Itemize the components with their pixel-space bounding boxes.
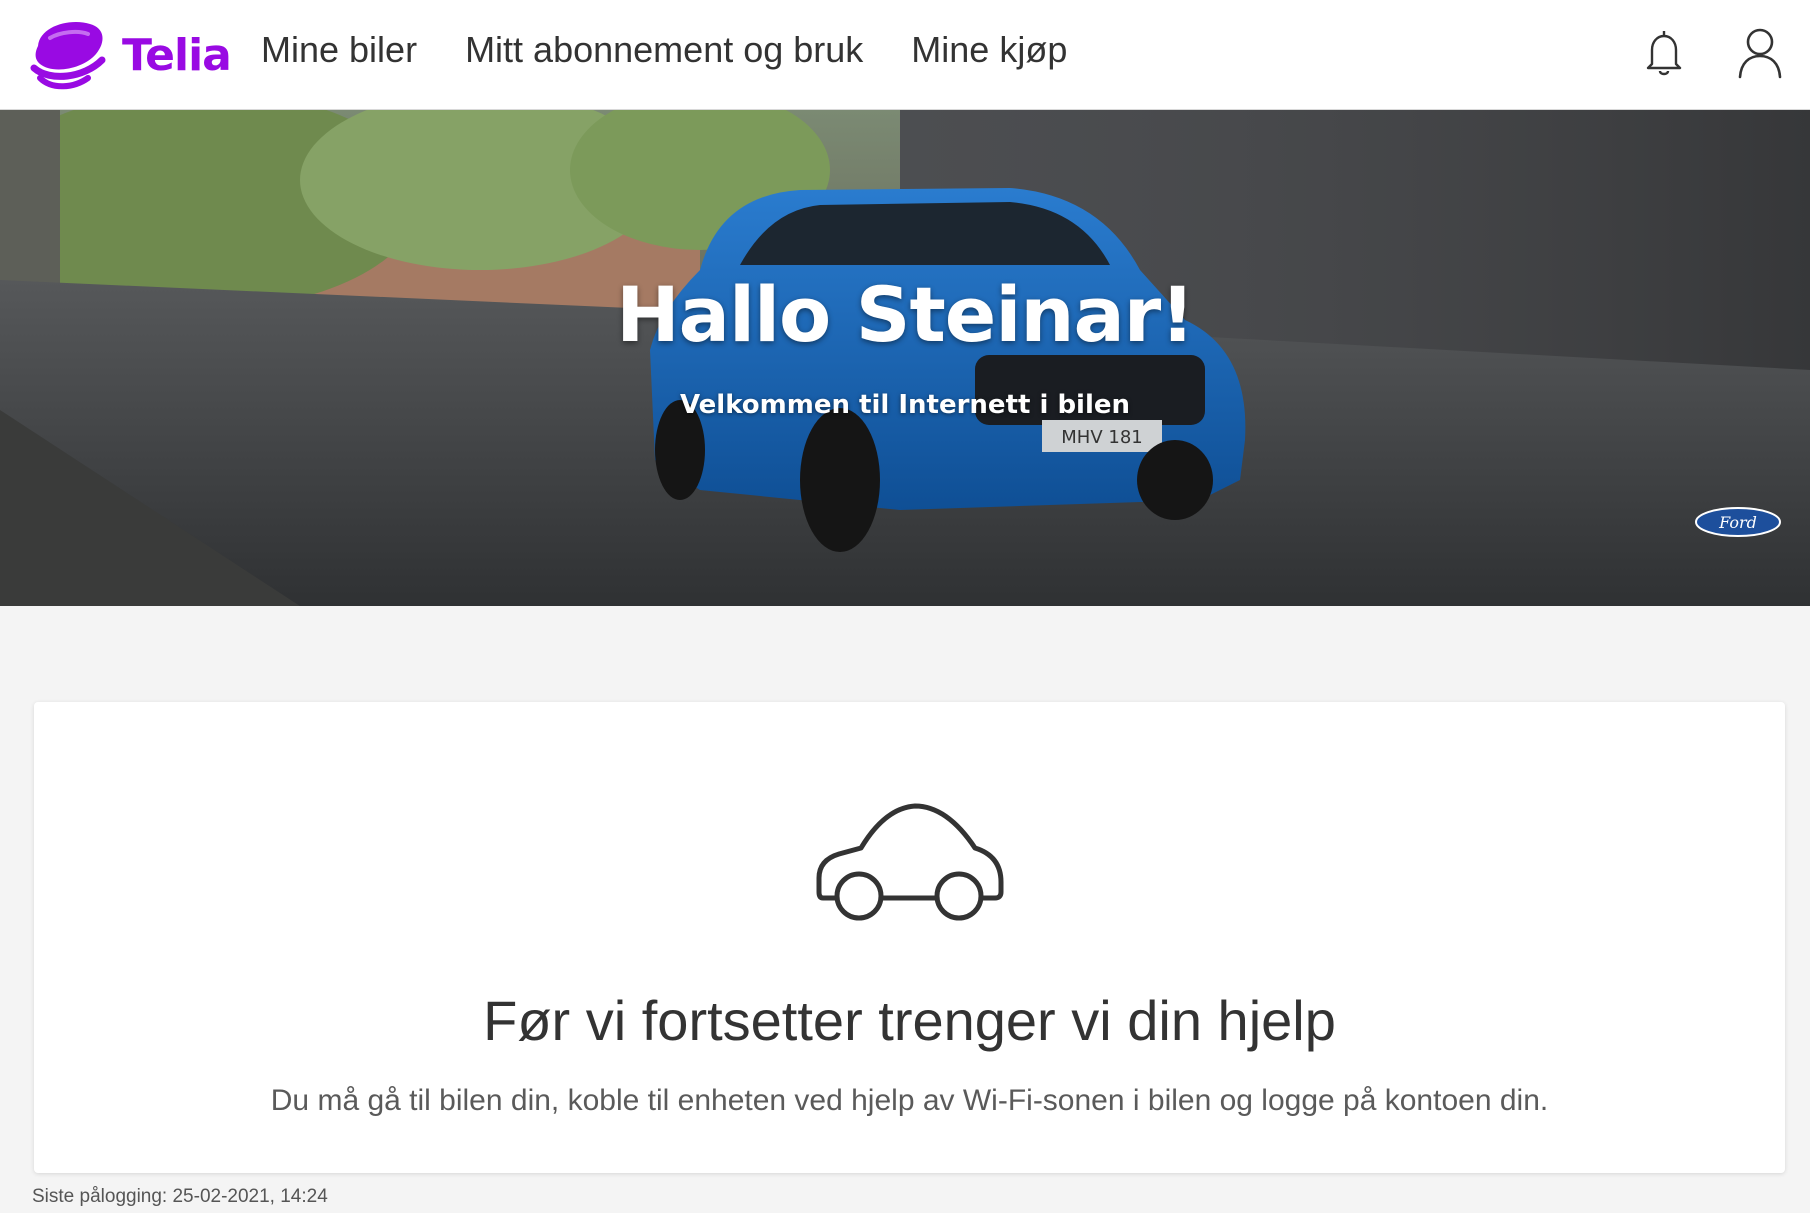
card-instructions: Du må gå til bilen din, koble til enhete…	[270, 1084, 1549, 1117]
telia-logo-icon	[30, 22, 106, 90]
bell-icon	[1646, 31, 1682, 76]
notifications-button[interactable]	[1636, 22, 1692, 84]
nav-abonnement[interactable]: Mitt abonnement og bruk	[465, 22, 863, 78]
nav-mine-kjop[interactable]: Mine kjøp	[911, 22, 1067, 78]
connect-card: Før vi fortsetter trenger vi din hjelp D…	[34, 702, 1785, 1173]
license-plate: MHV 181	[1061, 427, 1142, 448]
car-icon	[816, 803, 1003, 921]
user-icon	[1738, 28, 1782, 79]
profile-button[interactable]	[1732, 22, 1788, 84]
ford-logo: Ford	[1718, 513, 1757, 532]
telia-logo[interactable]: Telia	[30, 10, 232, 100]
top-header: Telia Mine biler Mitt abonnement og bruk…	[0, 0, 1810, 110]
telia-logo-text: Telia	[122, 29, 232, 81]
nav-mine-biler[interactable]: Mine biler	[261, 22, 417, 78]
card-title: Før vi fortsetter trenger vi din hjelp	[483, 989, 1336, 1052]
greeting-subtitle: Velkommen til Internett i bilen	[679, 390, 1131, 420]
car-icon-wrapper	[34, 800, 1785, 924]
last-login-text: Siste pålogging: 25-02-2021, 14:24	[32, 1186, 328, 1207]
greeting-title: Hallo Steinar!	[616, 270, 1195, 359]
main-nav: Mine biler Mitt abonnement og bruk Mine …	[261, 22, 1067, 78]
hero-banner: MHV 181 Ford Hallo Steinar! Velkommen ti…	[0, 110, 1810, 606]
